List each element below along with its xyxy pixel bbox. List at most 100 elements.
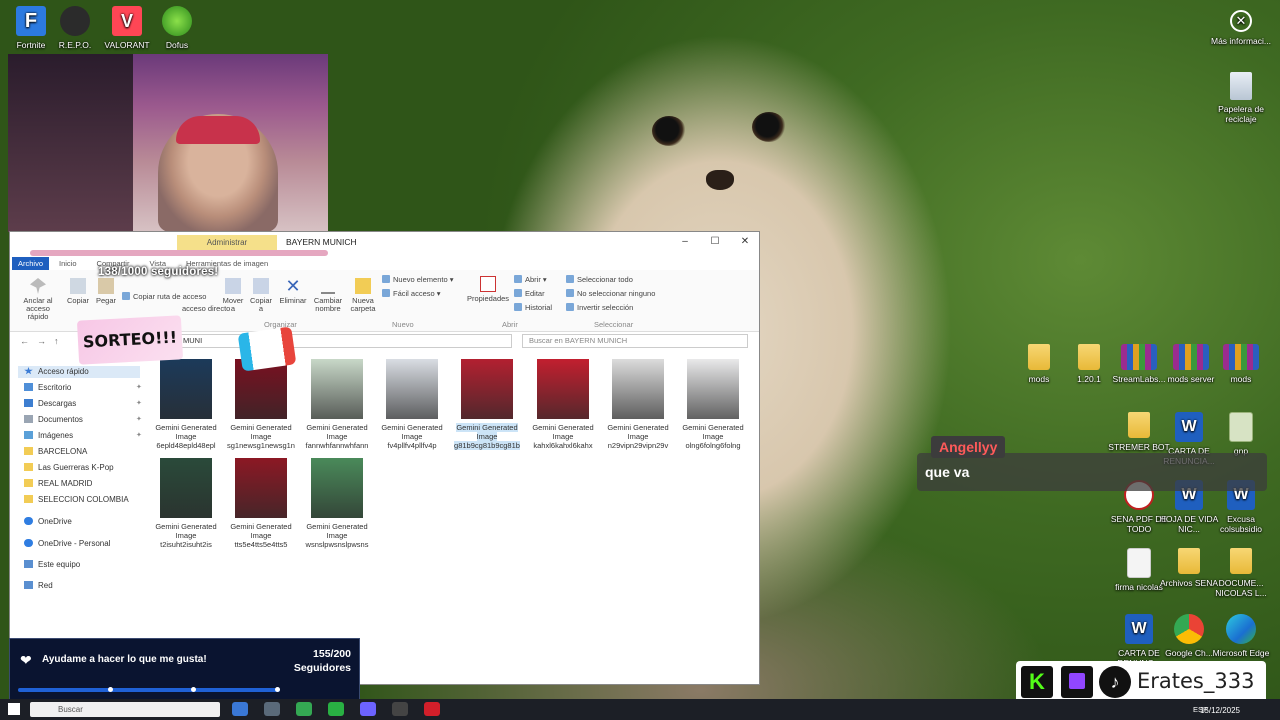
file-item[interactable]: Gemini Generated Image fannwhfannwhfann (301, 359, 373, 450)
desktop-icon-mods-archive[interactable]: mods (1210, 344, 1272, 384)
file-explorer-window[interactable]: Administrar BAYERN MUNICH – ☐ ✕ Archivo … (9, 231, 760, 685)
file-item[interactable]: Gemini Generated Image 6epld48epld48epl (150, 359, 222, 450)
invert-selection-button[interactable]: Invertir selección (566, 303, 633, 312)
copy-path-icon (122, 292, 130, 300)
tab-inicio[interactable]: Inicio (49, 259, 87, 268)
desktop-icon-dofus[interactable]: Dofus (146, 6, 208, 50)
taskbar-app-icon[interactable] (296, 702, 312, 716)
open-button[interactable]: Abrir ▾ (514, 275, 547, 284)
desktop-icon-documentos-nicolas[interactable]: DOCUME... NICOLAS L... (1210, 548, 1272, 598)
chat-username: Angellyy (931, 436, 1006, 458)
clock-date[interactable]: 15/12/2025 (1200, 706, 1240, 715)
copy-to-button[interactable]: Copiar a (248, 278, 274, 313)
admin-context-tab[interactable]: Administrar (177, 235, 277, 250)
taskbar-app-icon[interactable] (264, 702, 280, 716)
file-item-selected[interactable]: Gemini Generated Image g81b9cg81b9cg81b (451, 359, 523, 450)
cloud-icon (24, 517, 33, 525)
taskbar-app-icon[interactable] (328, 702, 344, 716)
copy-path-button[interactable]: Copiar ruta de acceso (122, 292, 206, 301)
nav-item-acceso-rapido[interactable]: Acceso rápido (18, 366, 140, 378)
file-item[interactable]: Gemini Generated Image olng6folng6folng (677, 359, 749, 450)
nav-item-este-equipo[interactable]: Este equipo (24, 559, 80, 571)
pin-icon: ✦ (136, 400, 142, 407)
easy-access-button[interactable]: Fácil acceso ▾ (382, 289, 441, 298)
close-button[interactable]: ✕ (737, 232, 753, 251)
nav-arrows[interactable]: ←→↑ (20, 336, 67, 346)
select-none-button[interactable]: No seleccionar ninguno (566, 289, 655, 298)
desktop-icon-more-info[interactable]: ✕ Más informaci... (1210, 10, 1272, 46)
copy-to-icon (253, 278, 269, 294)
select-none-icon (566, 289, 574, 297)
nav-item-descargas[interactable]: Descargas ✦ (24, 398, 142, 410)
file-item[interactable]: Gemini Generated Image fv4pllfv4pllfv4p (376, 359, 448, 450)
pin-icon: ✦ (136, 416, 142, 423)
select-all-button[interactable]: Seleccionar todo (566, 275, 633, 284)
file-item[interactable]: Gemini Generated Image n29vipn29vipn29v (602, 359, 674, 450)
edit-button[interactable]: Editar (514, 289, 545, 298)
edge-icon (1226, 614, 1256, 644)
file-item[interactable]: Gemini Generated Image t2isuht2isuht2is (150, 458, 222, 549)
nav-item-onedrive[interactable]: OneDrive (24, 516, 72, 528)
file-item[interactable]: Gemini Generated Image wsnslpwsnslpwsns (301, 458, 373, 549)
nav-item-real-madrid[interactable]: REAL MADRID (24, 478, 92, 490)
history-button[interactable]: Historial (514, 303, 552, 312)
streamer-handle: Erates_333 (1137, 669, 1255, 693)
nav-item-barcelona[interactable]: BARCELONA (24, 446, 87, 458)
new-item-button[interactable]: Nuevo elemento ▾ (382, 275, 453, 284)
taskbar-app-icon[interactable] (424, 702, 440, 716)
nav-item-imagenes[interactable]: Imágenes ✦ (24, 430, 142, 442)
image-thumbnail (612, 359, 664, 419)
streamer-cap (176, 116, 260, 144)
pin-quick-access-button[interactable]: Anclar al acceso rápido (18, 278, 58, 321)
new-folder-button[interactable]: Nueva carpeta (348, 278, 378, 313)
pin-icon: ✦ (136, 432, 142, 439)
start-button[interactable] (8, 703, 20, 715)
heart-icon: ❤ (20, 652, 32, 668)
taskbar-app-icon[interactable] (232, 702, 248, 716)
desktop-icon-edge[interactable]: Microsoft Edge (1210, 614, 1272, 658)
tab-archivo[interactable]: Archivo (12, 256, 50, 270)
cloud-icon (24, 539, 33, 547)
maximize-button[interactable]: ☐ (707, 232, 723, 251)
folder-icon (24, 479, 33, 487)
new-folder-icon (355, 278, 371, 294)
nav-item-escritorio[interactable]: Escritorio ✦ (24, 382, 142, 394)
nav-item-documentos[interactable]: Documentos ✦ (24, 414, 142, 426)
nav-item-red[interactable]: Red (24, 580, 53, 592)
file-item[interactable]: Gemini Generated Image sg1newsg1newsg1n (225, 359, 297, 450)
history-icon (514, 303, 522, 311)
pin-icon: ✦ (136, 384, 142, 391)
rename-icon (321, 278, 335, 294)
chrome-icon (1174, 614, 1204, 644)
desktop-icon-recycle-bin[interactable]: Papelera de reciclaje (1210, 72, 1272, 124)
properties-icon (480, 276, 496, 292)
webcam-overlay (8, 54, 328, 232)
group-label-nuevo: Nuevo (392, 320, 414, 329)
delete-button[interactable]: ✕ Eliminar (278, 277, 308, 305)
goal-marker (108, 687, 113, 692)
folder-icon (1128, 412, 1150, 438)
title-bar[interactable]: Administrar BAYERN MUNICH – ☐ ✕ (10, 232, 759, 251)
move-to-button[interactable]: Mover a (220, 278, 246, 313)
image-thumbnail (311, 458, 363, 518)
desktop-icon-gnp[interactable]: gnp (1210, 412, 1272, 456)
nav-item-guerreras-kpop[interactable]: Las Guerreras K-Pop (24, 462, 114, 474)
image-thumbnail (386, 359, 438, 419)
winrar-icon (1223, 344, 1259, 370)
copy-button[interactable]: Copiar (66, 278, 90, 305)
minimize-button[interactable]: – (677, 232, 693, 251)
taskbar-app-icon[interactable] (392, 702, 408, 716)
open-icon (514, 275, 522, 283)
info-icon: ✕ (1230, 10, 1252, 32)
paste-button[interactable]: Pegar (94, 278, 118, 305)
taskbar-app-icon[interactable] (360, 702, 376, 716)
nav-item-seleccion-colombia[interactable]: SELECCION COLOMBIA (24, 494, 129, 506)
nav-item-onedrive-personal[interactable]: OneDrive - Personal (24, 538, 110, 550)
properties-button[interactable]: Propiedades (466, 276, 510, 303)
rename-button[interactable]: Cambiar nombre (310, 278, 346, 313)
file-item[interactable]: Gemini Generated Image tts5e4tts5e4tts5 (225, 458, 297, 549)
search-input[interactable]: Buscar en BAYERN MUNICH (522, 334, 748, 348)
paste-icon (98, 278, 114, 294)
file-item[interactable]: Gemini Generated Image kahxl6kahxl6kahx (527, 359, 599, 450)
taskbar-search[interactable]: Buscar (30, 702, 220, 717)
